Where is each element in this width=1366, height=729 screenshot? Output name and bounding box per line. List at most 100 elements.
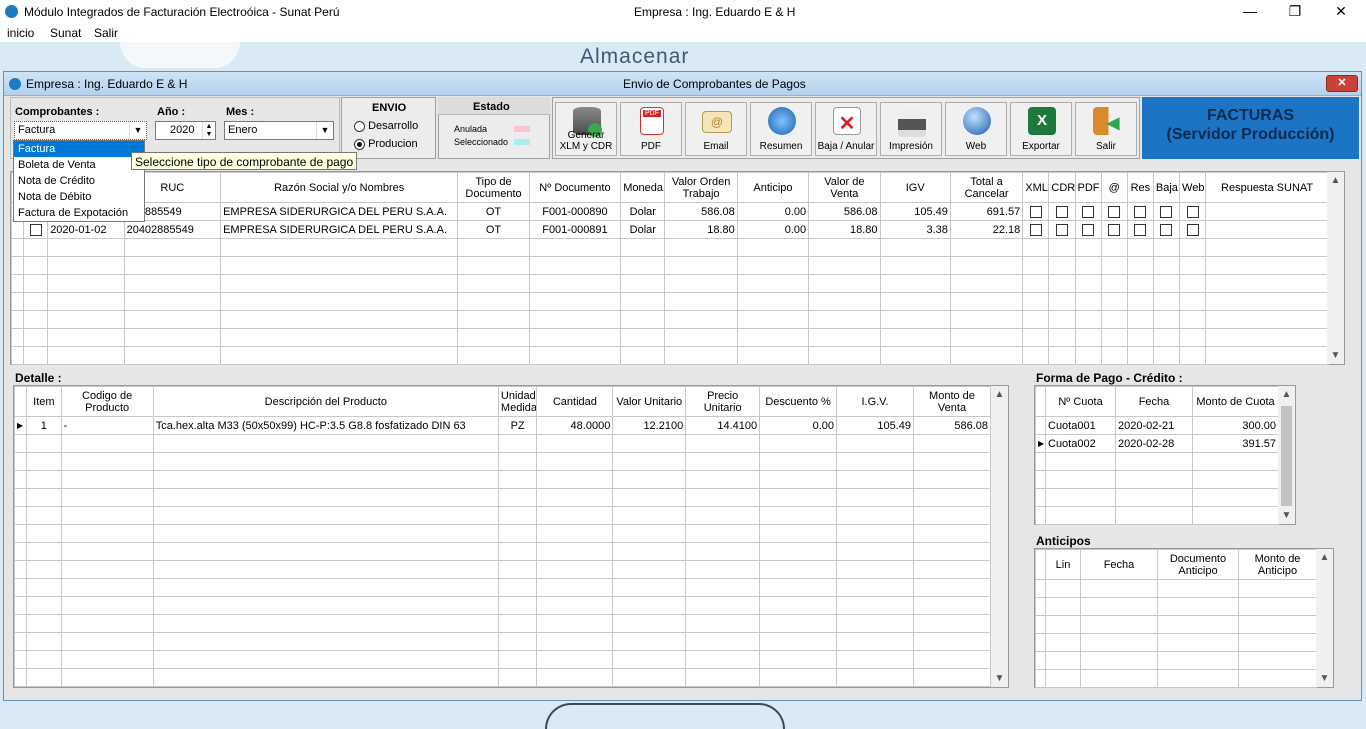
radio-producion-label: Producion <box>368 138 418 150</box>
resumen-label: Resumen <box>759 141 803 152</box>
docs-scrollbar[interactable]: ▲ ▼ <box>1327 172 1344 364</box>
legend-anulada: Anulada <box>454 124 488 134</box>
col-unidad: Unidad Medida <box>497 386 538 417</box>
cell-moneda: Dolar <box>620 202 666 221</box>
menu-sunat[interactable]: Sunat <box>50 26 81 40</box>
empty-row <box>10 238 1329 257</box>
res-checkbox[interactable] <box>1134 205 1147 218</box>
scroll-thumb[interactable] <box>1281 406 1292 506</box>
web-button[interactable]: Web <box>945 102 1007 156</box>
scroll-down-icon[interactable]: ▼ <box>1327 347 1344 364</box>
empty-row <box>1035 597 1317 616</box>
empty-row <box>1035 651 1317 670</box>
web-checkbox[interactable] <box>1186 205 1199 218</box>
forma-pago-scrollbar[interactable]: ▲ ▼ <box>1278 386 1295 524</box>
exportar-button[interactable]: X Exportar <box>1010 102 1072 156</box>
res-checkbox[interactable] <box>1134 223 1147 236</box>
baja-anular-button[interactable]: ✕ Baja / Anular <box>815 102 877 156</box>
empty-row <box>13 542 992 561</box>
scroll-up-icon[interactable]: ▲ <box>1316 549 1333 566</box>
col-valor-venta: Valor de Venta <box>808 172 881 203</box>
scroll-down-icon[interactable]: ▼ <box>1278 507 1295 524</box>
radio-producion[interactable]: Producion <box>354 138 418 150</box>
decor-shape <box>120 42 240 68</box>
cdr-checkbox[interactable] <box>1055 205 1068 218</box>
radio-checked-icon[interactable] <box>354 138 365 150</box>
restore-button[interactable]: ❐ <box>1272 2 1318 22</box>
cell-tipo: OT <box>457 202 530 221</box>
option-nota-credito[interactable]: Nota de Crédito <box>14 173 144 189</box>
table-row[interactable]: ▶ Cuota002 2020-02-28 391.57 <box>1035 434 1279 453</box>
baja-checkbox[interactable] <box>1160 205 1173 218</box>
col-fecha: Fecha <box>1115 386 1193 417</box>
table-row[interactable]: Cuota001 2020-02-21 300.00 <box>1035 416 1279 435</box>
mes-select[interactable]: Enero ▼ <box>224 121 334 140</box>
xml-checkbox[interactable] <box>1029 223 1042 236</box>
child-close-button[interactable]: ✕ <box>1326 75 1358 92</box>
option-factura-exportacion[interactable]: Factura de Expotación <box>14 205 144 221</box>
generar-xml-button[interactable]: Generar XLM y CDR <box>555 102 617 156</box>
empty-row <box>1035 452 1279 471</box>
comprobantes-dropdown: Factura Boleta de Venta Nota de Crédito … <box>13 140 145 222</box>
select-checkbox[interactable] <box>29 223 42 236</box>
scroll-up-icon[interactable]: ▲ <box>991 386 1008 403</box>
pdf-button[interactable]: PDF PDF <box>620 102 682 156</box>
spin-arrows-icon[interactable]: ▲ ▼ <box>202 122 215 139</box>
pdf-checkbox[interactable] <box>1082 223 1095 236</box>
anticipos-scrollbar[interactable]: ▲ ▼ <box>1316 549 1333 687</box>
chevron-down-icon[interactable]: ▼ <box>129 122 146 139</box>
cell-tipo: OT <box>457 220 530 239</box>
detalle-scrollbar[interactable]: ▲ ▼ <box>991 386 1008 687</box>
email-icon: @ <box>702 111 732 133</box>
radio-desarrollo[interactable]: Desarrollo <box>354 120 418 132</box>
scroll-up-icon[interactable]: ▲ <box>1278 386 1295 403</box>
table-row[interactable]: ▶ 1 - Tca.hex.alta M33 (50x50x99) HC-P:3… <box>13 416 992 435</box>
scroll-up-icon[interactable]: ▲ <box>1327 172 1344 189</box>
menu-inicio[interactable]: inicio <box>7 26 34 40</box>
app-title: Módulo Integrados de Facturación Electro… <box>24 5 340 19</box>
col-lin: Lin <box>1045 549 1081 580</box>
cdr-checkbox[interactable] <box>1055 223 1068 236</box>
menu-salir[interactable]: Salir <box>94 26 118 40</box>
resumen-button[interactable]: Resumen <box>750 102 812 156</box>
table-row[interactable]: 2020-01-02 20402885549 EMPRESA SIDERURGI… <box>10 220 1329 239</box>
xml-checkbox[interactable] <box>1029 205 1042 218</box>
col-precio-unitario: Precio Unitario <box>685 386 761 417</box>
empty-row <box>10 346 1329 365</box>
col-total: Total a Cancelar <box>949 172 1024 203</box>
baja-checkbox[interactable] <box>1160 223 1173 236</box>
comprobantes-select[interactable]: Factura ▼ <box>14 121 147 140</box>
scroll-down-icon[interactable]: ▼ <box>1316 670 1333 687</box>
empty-row <box>1035 488 1279 507</box>
cell-cantidad: 48.0000 <box>536 416 614 435</box>
impresion-button[interactable]: Impresión <box>880 102 942 156</box>
salir-label: Salir <box>1095 141 1116 152</box>
minimize-button[interactable]: — <box>1227 2 1273 22</box>
estado-label: Estado <box>473 101 510 113</box>
radio-icon[interactable] <box>354 120 365 132</box>
pdf-checkbox[interactable] <box>1082 205 1095 218</box>
col-cdr: CDR <box>1048 172 1076 203</box>
email-checkbox[interactable] <box>1108 223 1121 236</box>
facturas-panel: FACTURAS (Servidor Producción) <box>1142 97 1359 159</box>
email-button[interactable]: @ Email <box>685 102 747 156</box>
option-factura[interactable]: Factura <box>14 141 144 157</box>
option-boleta[interactable]: Boleta de Venta <box>14 157 144 173</box>
salir-button[interactable]: ◀ Salir <box>1075 102 1137 156</box>
panel-subtitle: (Servidor Producción) <box>1166 126 1335 143</box>
option-nota-debito[interactable]: Nota de Débito <box>14 189 144 205</box>
col-descuento: Descuento % <box>759 386 838 417</box>
col-igv: IGV <box>879 172 951 203</box>
anio-stepper[interactable]: 2020 ▲ ▼ <box>155 121 216 140</box>
legend-seleccionado-swatch <box>514 139 530 145</box>
table-row[interactable]: 402885549 EMPRESA SIDERURGICA DEL PERU S… <box>10 202 1329 221</box>
scroll-down-icon[interactable]: ▼ <box>991 670 1008 687</box>
globe-icon <box>963 107 991 135</box>
col-cantidad: Cantidad <box>536 386 614 417</box>
col-email: @ <box>1100 172 1128 203</box>
chevron-down-icon[interactable]: ▼ <box>316 122 333 139</box>
close-button[interactable]: ✕ <box>1318 2 1364 22</box>
empty-row <box>13 650 992 669</box>
email-checkbox[interactable] <box>1108 205 1121 218</box>
web-checkbox[interactable] <box>1186 223 1199 236</box>
